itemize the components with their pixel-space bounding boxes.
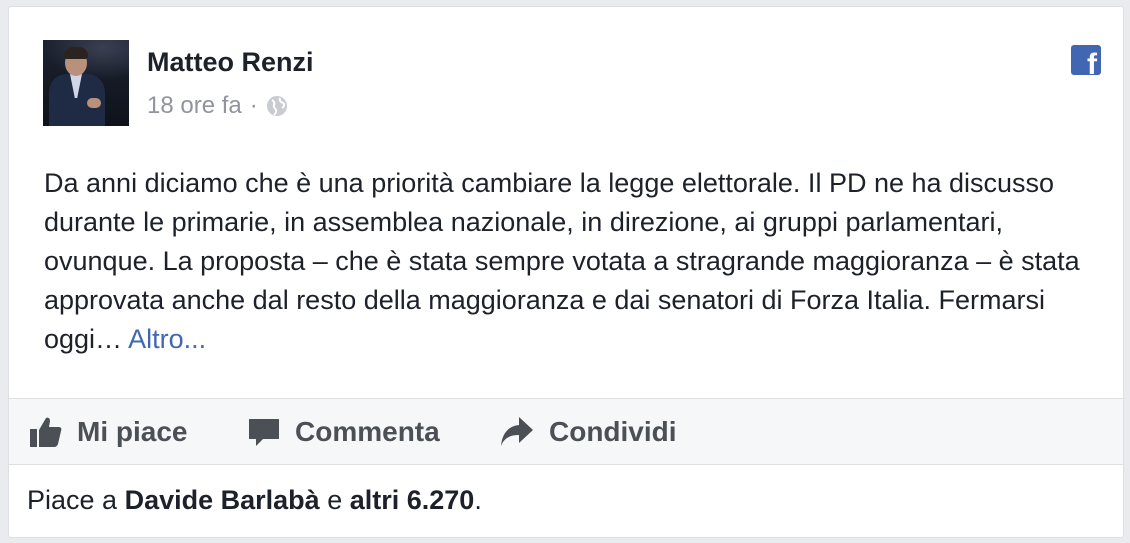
avatar[interactable] [43, 40, 129, 126]
likes-summary: Piace a Davide Barlabà e altri 6.270. [27, 485, 482, 516]
comment-label: Commenta [295, 415, 440, 447]
see-more-link[interactable]: Altro... [128, 324, 206, 354]
globe-icon[interactable] [266, 95, 288, 117]
facebook-icon[interactable]: f [1071, 45, 1101, 75]
like-button[interactable]: Mi piace [29, 399, 187, 464]
post-card: Matteo Renzi 18 ore fa · f Da anni dicia… [8, 6, 1124, 538]
likes-others-count[interactable]: altri 6.270 [350, 485, 475, 515]
author-name[interactable]: Matteo Renzi [147, 47, 314, 78]
thumbs-up-icon [30, 417, 62, 447]
liker-name[interactable]: Davide Barlabà [125, 485, 320, 515]
share-arrow-icon [501, 416, 533, 446]
like-label: Mi piace [77, 415, 188, 447]
likes-suffix: . [474, 485, 482, 515]
comment-button[interactable]: Commenta [247, 399, 440, 464]
share-label: Condividi [549, 415, 677, 447]
post-text: Da anni diciamo che è una priorità cambi… [44, 164, 1104, 359]
likes-conjunction: e [327, 485, 343, 515]
meta-separator: · [249, 92, 258, 119]
post-timestamp[interactable]: 18 ore fa [147, 92, 242, 120]
post-meta: 18 ore fa · [147, 92, 288, 120]
action-bar: Mi piace Commenta Condividi [9, 398, 1123, 465]
share-button[interactable]: Condividi [499, 399, 677, 464]
likes-prefix: Piace a [27, 485, 118, 515]
comment-icon [249, 418, 279, 446]
